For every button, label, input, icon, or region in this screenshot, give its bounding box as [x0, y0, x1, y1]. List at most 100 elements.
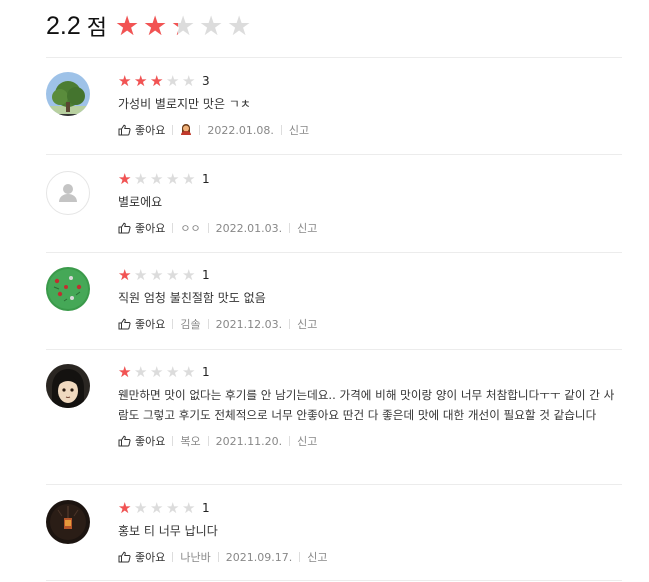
- divider: [289, 223, 291, 233]
- review-author: ㅇㅇ: [180, 222, 201, 235]
- review-author: 김솔: [180, 318, 201, 331]
- star-icon: ★★: [134, 169, 148, 188]
- rating-stars: ★★ ★★ ★★ ★★ ★★: [118, 498, 198, 517]
- star-icon: ★★: [150, 265, 164, 284]
- review-text: 직원 엄청 불친절함 맛도 없음: [118, 291, 266, 305]
- review-meta: 좋아요 김솔 2021.12.03. 신고: [118, 316, 622, 332]
- anime-character-icon: [46, 364, 90, 408]
- like-label: 좋아요: [135, 124, 166, 137]
- like-button[interactable]: 좋아요: [118, 220, 165, 236]
- rating-number: 1: [202, 268, 210, 282]
- divider: [172, 223, 174, 233]
- report-button[interactable]: 신고: [307, 549, 327, 565]
- rating-number: 1: [202, 501, 210, 515]
- divider: [207, 223, 209, 233]
- rating-stars: ★★ ★★ ★★ ★★ ★★: [118, 265, 198, 284]
- review-rating: ★★ ★★ ★★ ★★ ★★ 1: [118, 499, 622, 517]
- like-label: 좋아요: [135, 318, 166, 331]
- star-icon: ★★: [166, 71, 180, 90]
- star-icon: ★★: [150, 362, 164, 381]
- rating-stars: ★★ ★★ ★★ ★★ ★★: [118, 169, 198, 188]
- review-date: 2022.01.08.: [207, 123, 274, 137]
- divider: [46, 484, 622, 485]
- star-icon: ★★: [118, 169, 132, 188]
- review-author: 복오: [180, 435, 201, 448]
- review-author: 나난바: [180, 551, 211, 564]
- divider: [172, 319, 174, 329]
- thumbs-up-icon: [118, 435, 131, 447]
- star-icon: ★★: [134, 71, 148, 90]
- review-rating: ★★ ★★ ★★ ★★ ★★ 3: [118, 72, 622, 90]
- dark-lantern-photo-icon: [46, 500, 90, 544]
- like-button[interactable]: 좋아요: [118, 549, 165, 565]
- green-ornament-icon: [46, 267, 90, 311]
- like-button[interactable]: 좋아요: [118, 316, 165, 332]
- divider: [207, 319, 209, 329]
- report-button[interactable]: 신고: [289, 122, 309, 138]
- star-icon: ★★: [182, 498, 196, 517]
- avatar: [46, 72, 90, 116]
- review-text: 가성비 별로지만 맛은 ㄱㅊ: [118, 97, 251, 111]
- star-icon: ★★: [118, 71, 132, 90]
- avatar: [46, 364, 90, 408]
- person-emoji-icon: [180, 122, 192, 138]
- star-icon: ★★: [166, 362, 180, 381]
- review-rating: ★★ ★★ ★★ ★★ ★★ 1: [118, 266, 622, 284]
- rating-summary: 2.2 점 ★★ ★★ ★★ ★★ ★★: [46, 10, 255, 42]
- review-date: 2022.01.03.: [215, 221, 283, 235]
- report-button[interactable]: 신고: [297, 316, 317, 332]
- avatar: [46, 171, 90, 215]
- star-icon: ★★: [166, 498, 180, 517]
- rating-number: 1: [202, 172, 210, 186]
- review-text: 홍보 티 너무 납니다: [118, 524, 218, 538]
- star-icon: ★★: [134, 362, 148, 381]
- score-unit: 점: [86, 16, 108, 41]
- star-icon: ★★: [150, 169, 164, 188]
- star-icon: ★★: [182, 71, 196, 90]
- thumbs-up-icon: [118, 318, 131, 330]
- star-icon: ★★: [171, 10, 196, 42]
- like-button[interactable]: 좋아요: [118, 433, 165, 449]
- divider: [172, 552, 174, 562]
- divider: [46, 57, 622, 58]
- divider: [172, 436, 174, 446]
- review-rating: ★★ ★★ ★★ ★★ ★★ 1: [118, 170, 622, 188]
- star-icon: ★★: [118, 265, 132, 284]
- average-score: 2.2: [46, 11, 81, 40]
- star-icon: ★★: [182, 169, 196, 188]
- thumbs-up-icon: [118, 551, 131, 563]
- divider: [46, 252, 622, 253]
- divider: [172, 125, 174, 135]
- star-icon: ★★: [182, 265, 196, 284]
- review-text: 웬만하면 맛이 없다는 후기를 안 남기는데요.. 가격에 비해 맛이랑 양이 …: [118, 388, 615, 422]
- star-icon: ★★: [118, 362, 132, 381]
- review-date: 2021.11.20.: [215, 434, 283, 448]
- star-icon: ★★: [199, 10, 224, 42]
- rating-stars: ★★ ★★ ★★ ★★ ★★: [118, 362, 198, 381]
- avatar: [46, 500, 90, 544]
- default-user-icon: [59, 184, 77, 202]
- star-icon: ★★: [166, 169, 180, 188]
- review-date: 2021.09.17.: [225, 550, 293, 564]
- divider: [299, 552, 301, 562]
- like-label: 좋아요: [135, 222, 166, 235]
- rating-number: 1: [202, 365, 210, 379]
- review-meta: 좋아요 복오 2021.11.20. 신고: [118, 433, 622, 449]
- divider: [199, 125, 201, 135]
- tree-photo-icon: [46, 72, 90, 116]
- report-button[interactable]: 신고: [297, 433, 317, 449]
- like-button[interactable]: 좋아요: [118, 122, 165, 138]
- star-icon: ★★: [166, 265, 180, 284]
- report-button[interactable]: 신고: [297, 220, 317, 236]
- star-icon: ★★: [134, 498, 148, 517]
- average-stars: ★★ ★★ ★★ ★★ ★★: [115, 13, 255, 40]
- avatar: [46, 267, 90, 311]
- star-icon: ★★: [118, 498, 132, 517]
- divider: [207, 436, 209, 446]
- star-icon: ★★: [143, 10, 168, 42]
- review-meta: 좋아요 2022.01.08. 신고: [118, 122, 622, 138]
- review-text: 별로에요: [118, 195, 163, 209]
- like-label: 좋아요: [135, 551, 166, 564]
- divider: [46, 580, 622, 581]
- review-meta: 좋아요 나난바 2021.09.17. 신고: [118, 549, 622, 565]
